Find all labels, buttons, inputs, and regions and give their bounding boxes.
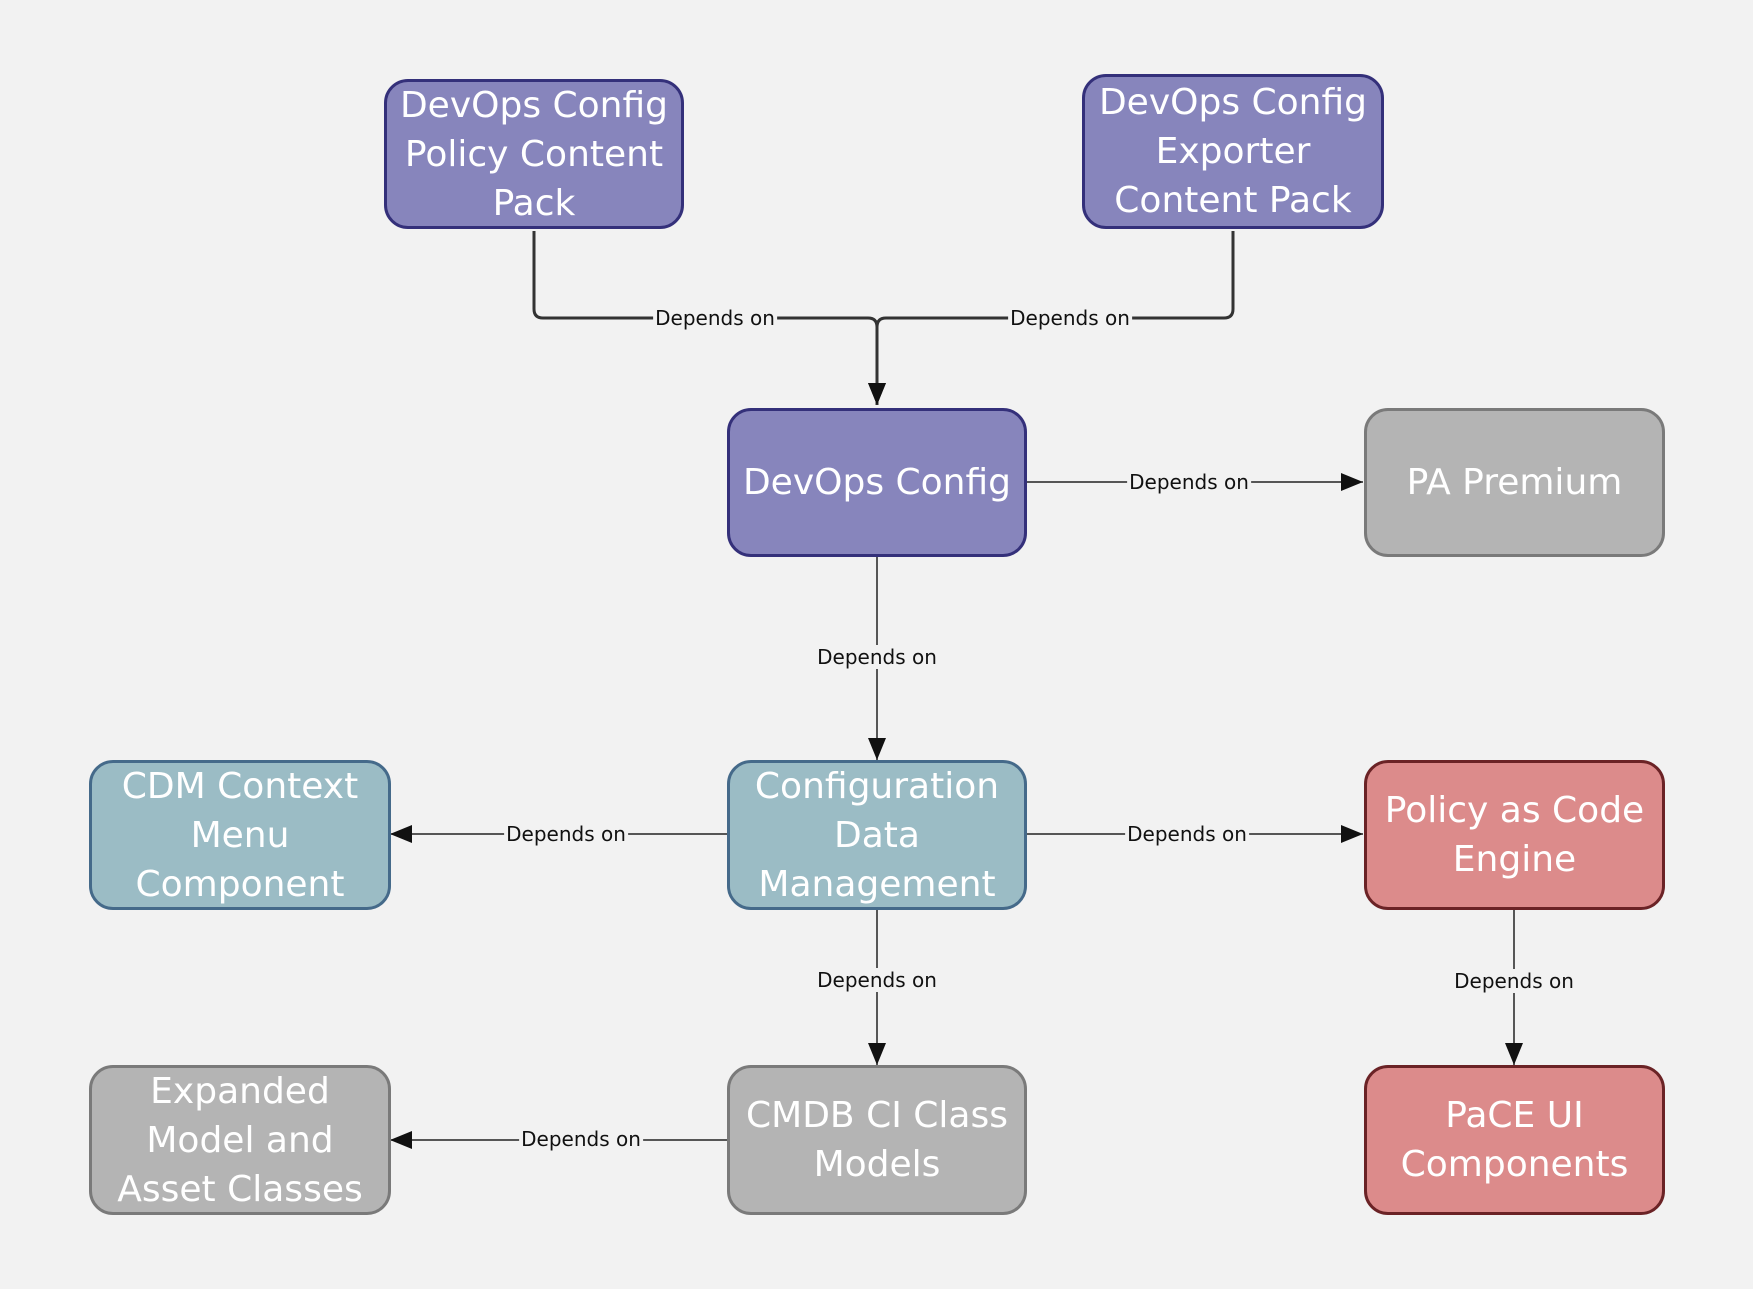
node-devops-config-exporter-content-pack[interactable]: DevOps Config Exporter Content Pack <box>1082 74 1384 229</box>
edge-label-context-menu: Depends on <box>504 822 628 846</box>
node-devops-config[interactable]: DevOps Config <box>727 408 1027 557</box>
edge-label-policy-pack: Depends on <box>653 306 777 330</box>
edge-label-policy-engine: Depends on <box>1125 822 1249 846</box>
node-devops-config-policy-content-pack[interactable]: DevOps Config Policy Content Pack <box>384 79 684 229</box>
node-policy-as-code-engine[interactable]: Policy as Code Engine <box>1364 760 1665 910</box>
node-cdm-context-menu-component[interactable]: CDM Context Menu Component <box>89 760 391 910</box>
edge-label-cdm-to-cmdb: Depends on <box>815 968 939 992</box>
node-expanded-model-and-asset-classes[interactable]: Expanded Model and Asset Classes <box>89 1065 391 1215</box>
node-pace-ui-components[interactable]: PaCE UI Components <box>1364 1065 1665 1215</box>
node-configuration-data-management[interactable]: Configuration Data Management <box>727 760 1027 910</box>
node-cmdb-ci-class-models[interactable]: CMDB CI Class Models <box>727 1065 1027 1215</box>
edge-label-expanded-model: Depends on <box>519 1127 643 1151</box>
edge-label-exporter-pack: Depends on <box>1008 306 1132 330</box>
edge-label-devops-to-cdm: Depends on <box>815 645 939 669</box>
edge-label-pa-premium: Depends on <box>1127 470 1251 494</box>
edge-label-pace-ui: Depends on <box>1452 969 1576 993</box>
node-pa-premium[interactable]: PA Premium <box>1364 408 1665 557</box>
diagram-canvas: Depends on Depends on Depends on Depends… <box>0 0 1753 1289</box>
